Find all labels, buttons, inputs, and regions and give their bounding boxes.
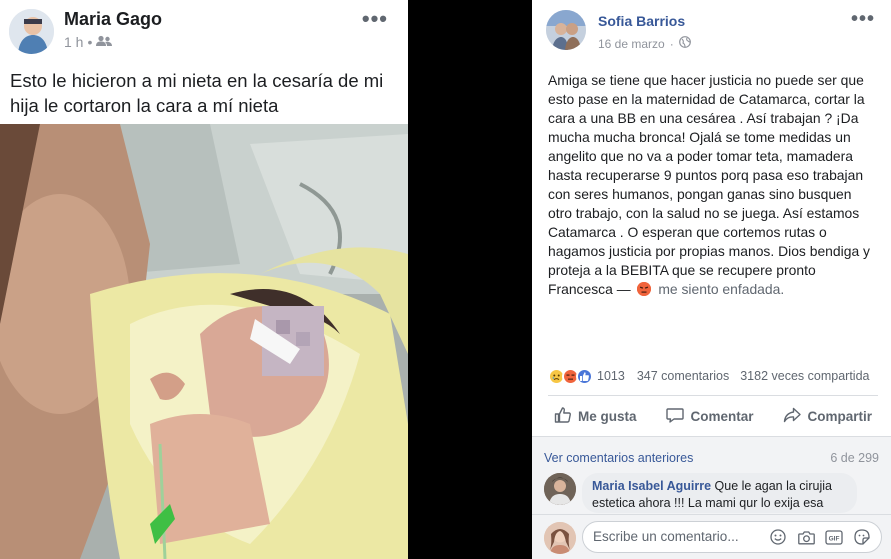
separator-dot: • — [87, 34, 93, 50]
timestamp[interactable]: 16 de marzo — [598, 37, 665, 51]
comments-pager: 6 de 299 — [830, 451, 879, 465]
globe-icon[interactable] — [678, 36, 691, 51]
more-options-icon[interactable]: ••• — [851, 8, 875, 31]
timestamp[interactable]: 1 h — [64, 34, 83, 50]
share-button[interactable]: Compartir — [777, 406, 878, 427]
reactions-summary: 1013 347 comentarios 3182 veces comparti… — [548, 366, 878, 386]
post-meta: 16 de marzo · — [598, 36, 691, 51]
avatar[interactable] — [9, 9, 54, 54]
avatar[interactable] — [544, 473, 576, 505]
svg-text:GIF: GIF — [829, 535, 840, 542]
more-options-icon[interactable]: ••• — [362, 6, 388, 32]
sticker-icon[interactable] — [853, 528, 871, 546]
comment: Maria Isabel Aguirre Que le agan la ciru… — [582, 473, 857, 513]
shares-count[interactable]: 3182 veces compartida — [740, 369, 869, 383]
avatar — [544, 522, 576, 554]
post-text: Amiga se tiene que hacer justicia no pue… — [548, 71, 878, 299]
comment-composer: Escribe un comentario... GIF — [532, 514, 891, 559]
friends-icon[interactable] — [96, 34, 113, 50]
comment-icon — [666, 406, 685, 427]
comment-input[interactable]: Escribe un comentario... GIF — [582, 521, 882, 553]
composer-icons: GIF — [769, 528, 871, 546]
author-name[interactable]: Maria Gago — [64, 9, 162, 30]
view-previous-comments-link[interactable]: Ver comentarios anteriores — [544, 451, 693, 465]
comments-count[interactable]: 347 comentarios — [637, 369, 729, 383]
share-icon — [783, 406, 802, 427]
reaction-count[interactable]: 1013 — [597, 369, 625, 383]
comment-author[interactable]: Maria Isabel Aguirre — [592, 479, 711, 493]
like-label: Me gusta — [578, 408, 637, 424]
post-meta: 1 h • — [64, 34, 113, 50]
post-body: Amiga se tiene que hacer justicia no pue… — [548, 72, 870, 297]
like-icon[interactable] — [576, 367, 593, 385]
thumbs-up-icon — [554, 406, 572, 427]
right-post: Sofia Barrios 16 de marzo · ••• Amiga se… — [532, 0, 891, 559]
author-name[interactable]: Sofia Barrios — [598, 13, 685, 29]
comment-input-placeholder: Escribe un comentario... — [593, 529, 739, 544]
comment-label: Comentar — [690, 408, 754, 424]
gif-icon[interactable]: GIF — [825, 528, 843, 546]
post-header: Maria Gago 1 h • ••• — [0, 0, 408, 62]
post-photo[interactable] — [0, 124, 408, 559]
post-text: Esto le hicieron a mi nieta en la cesarí… — [10, 70, 384, 116]
comment-button[interactable]: Comentar — [660, 406, 759, 427]
camera-icon[interactable] — [797, 528, 815, 546]
avatar[interactable] — [546, 10, 586, 50]
divider — [548, 395, 878, 396]
separator-dot: · — [669, 36, 674, 51]
left-post: Maria Gago 1 h • ••• Esto le hicieron a … — [0, 0, 408, 559]
emoji-icon[interactable] — [769, 528, 787, 546]
share-label: Compartir — [807, 408, 872, 424]
post-actions: Me gusta Comentar Compartir — [548, 400, 878, 432]
comments-section: Ver comentarios anteriores 6 de 299 Mari… — [532, 437, 891, 559]
angry-face-icon — [637, 282, 652, 296]
feeling-text: me siento enfadada. — [658, 281, 785, 297]
like-button[interactable]: Me gusta — [548, 406, 643, 427]
